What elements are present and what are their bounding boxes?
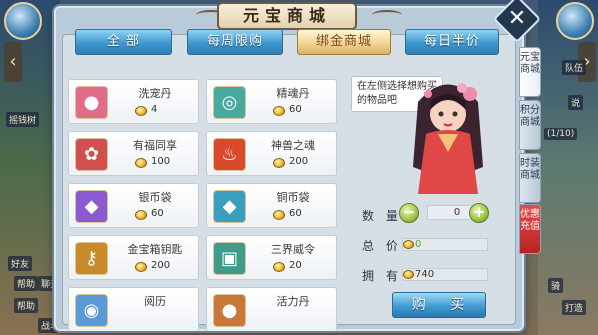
item-name: 阅历 xyxy=(144,295,166,308)
item-name: 有福同享 xyxy=(133,139,177,152)
item-name: 精魂丹 xyxy=(276,87,310,100)
gold-chest-key-icon: ⚷ xyxy=(75,242,108,275)
total-price-label: 总 价 xyxy=(362,239,402,253)
item-card[interactable]: ● 洗宠丹 4 xyxy=(68,79,199,124)
item-card[interactable]: ● 活力丹 xyxy=(206,287,337,331)
item-price: 200 xyxy=(151,260,171,271)
task-count-label: (1/10) xyxy=(544,128,578,140)
quantity-label: 数 量 xyxy=(362,209,402,223)
item-card[interactable]: ◆ 银币袋 60 xyxy=(68,183,199,228)
silver-coin-bag-icon: ◆ xyxy=(75,190,108,223)
side-tab-ingot-shop[interactable]: 元宝商城 xyxy=(519,47,541,97)
mount-label[interactable]: 骑 xyxy=(548,278,564,293)
owned-value: 740 xyxy=(402,268,488,281)
side-tab-discount-recharge[interactable]: 优惠充值 xyxy=(519,204,541,254)
gold-coin-icon xyxy=(273,262,285,272)
total-price-value: 0 xyxy=(402,238,488,251)
right-chat-label: 说 xyxy=(568,95,584,110)
gold-coin-icon xyxy=(273,106,285,116)
gold-coin-icon xyxy=(135,158,147,168)
tab-weekly-limit[interactable]: 每周限购 xyxy=(187,29,283,55)
item-card[interactable]: ◆ 铜币袋 60 xyxy=(206,183,337,228)
player-avatar[interactable] xyxy=(4,2,42,40)
map-orb[interactable] xyxy=(556,2,594,40)
item-name: 三界威令 xyxy=(271,243,315,256)
blessing-share-icon: ✿ xyxy=(75,138,108,171)
copper-coin-bag-icon: ◆ xyxy=(213,190,246,223)
beast-soul-icon: ♨ xyxy=(213,138,246,171)
item-price: 20 xyxy=(289,260,302,271)
forge-label[interactable]: 打造 xyxy=(562,300,587,315)
experience-icon: ◉ xyxy=(75,294,108,327)
item-price: 200 xyxy=(289,156,309,167)
item-name: 银币袋 xyxy=(138,191,172,204)
item-name: 神兽之魂 xyxy=(271,139,315,152)
tab-all[interactable]: 全 部 xyxy=(75,29,172,55)
item-card[interactable]: ✿ 有福同享 100 xyxy=(68,131,199,176)
item-price: 60 xyxy=(151,208,164,219)
money-tree-label[interactable]: 摇钱树 xyxy=(6,112,40,127)
item-name: 铜币袋 xyxy=(276,191,310,204)
item-card[interactable]: ◎ 精魂丹 60 xyxy=(206,79,337,124)
owned-label: 拥 有 xyxy=(362,269,402,283)
vitality-pill-icon: ● xyxy=(213,294,246,327)
item-card[interactable]: ▣ 三界威令 20 xyxy=(206,235,337,280)
soul-pill-icon: ◎ xyxy=(213,86,246,119)
gold-coin-icon xyxy=(135,210,147,220)
help-label[interactable]: 帮助 xyxy=(14,276,39,291)
item-price: 60 xyxy=(289,104,302,115)
tab-bound-gold-shop[interactable]: 绑金商城 xyxy=(297,29,391,55)
item-card[interactable]: ⚷ 金宝箱钥匙 200 xyxy=(68,235,199,280)
item-name: 金宝箱钥匙 xyxy=(127,243,183,256)
item-price: 60 xyxy=(289,208,302,219)
quantity-decrease-button[interactable]: − xyxy=(399,203,419,223)
title-ornament-right xyxy=(372,10,402,20)
item-name: 洗宠丹 xyxy=(138,87,172,100)
buy-button[interactable]: 购 买 xyxy=(392,292,486,318)
three-realms-token-icon: ▣ xyxy=(213,242,246,275)
friend-label[interactable]: 好友 xyxy=(8,256,33,271)
item-price: 4 xyxy=(151,104,158,115)
close-icon: ✕ xyxy=(507,6,527,32)
help-label-2[interactable]: 帮助 xyxy=(14,298,39,313)
item-list[interactable]: ● 洗宠丹 4 ◎ 精魂丹 60 ✿ 有福同享 100 ♨ 神兽之魂 200 ◆… xyxy=(66,77,344,331)
pet-wash-pill-icon: ● xyxy=(75,86,108,119)
gold-coin-icon xyxy=(135,106,147,116)
shopkeeper-character xyxy=(413,83,483,194)
quantity-increase-button[interactable]: + xyxy=(469,203,489,223)
tab-daily-half-price[interactable]: 每日半价 xyxy=(405,29,499,55)
item-card[interactable]: ◉ 阅历 xyxy=(68,287,199,331)
team-label[interactable]: 队伍 xyxy=(562,60,587,75)
gold-coin-icon xyxy=(273,210,285,220)
item-name: 活力丹 xyxy=(276,295,310,308)
item-card[interactable]: ♨ 神兽之魂 200 xyxy=(206,131,337,176)
side-tab-points-shop[interactable]: 积分商城 xyxy=(519,100,541,150)
side-tab-fashion-shop[interactable]: 时装商城 xyxy=(519,153,541,203)
gold-coin-icon xyxy=(403,270,414,279)
shop-title: 元宝商城 xyxy=(217,2,357,30)
item-price: 100 xyxy=(151,156,171,167)
gold-coin-icon xyxy=(403,240,414,249)
gold-coin-icon xyxy=(135,262,147,272)
left-arrow-icon[interactable]: ‹ xyxy=(4,42,22,82)
gold-coin-icon xyxy=(273,158,285,168)
